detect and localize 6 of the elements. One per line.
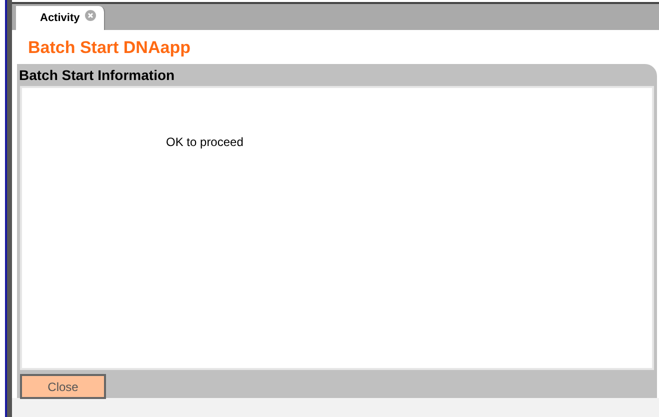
tab[interactable]: Activity <box>16 6 105 30</box>
status-message: OK to proceed <box>166 134 244 151</box>
close-icon[interactable] <box>84 10 96 20</box>
panel-title: Batch Start Information <box>19 66 175 84</box>
close-button[interactable]: Close <box>20 374 106 399</box>
page-title: Batch Start DNAapp <box>28 36 190 58</box>
